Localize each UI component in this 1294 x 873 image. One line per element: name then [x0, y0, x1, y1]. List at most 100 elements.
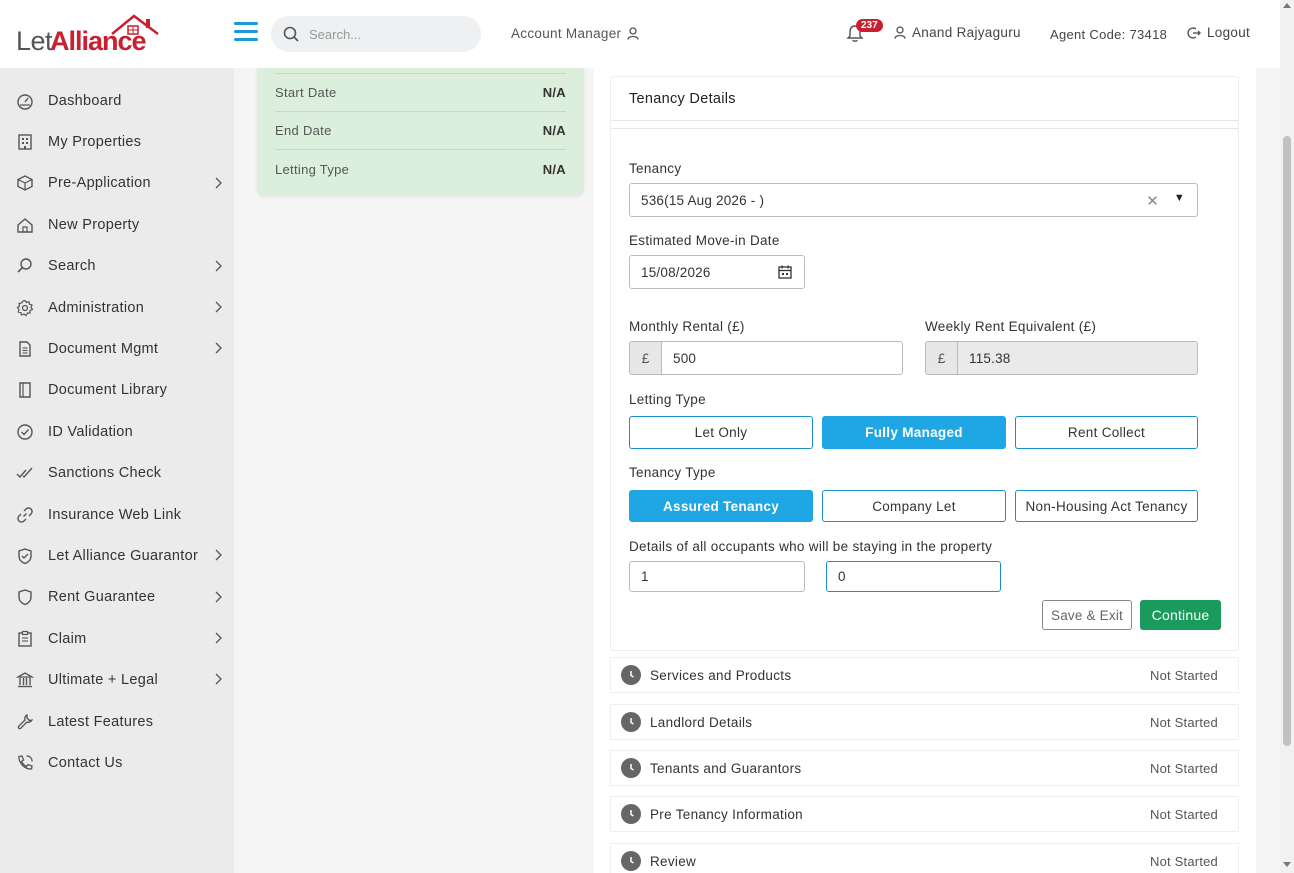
chevron-right-icon — [214, 632, 222, 648]
scroll-down-arrow-icon[interactable] — [1283, 862, 1291, 867]
sidebar-item-new-property[interactable]: New Property — [0, 204, 234, 245]
book-icon — [16, 381, 34, 399]
clock-icon — [621, 804, 641, 824]
scroll-up-arrow-icon[interactable] — [1283, 3, 1291, 8]
agent-code: Agent Code: 73418 — [1050, 27, 1168, 42]
sidebar-item-label: Insurance Web Link — [48, 506, 182, 523]
step-row[interactable]: Services and Products Not Started — [610, 657, 1239, 693]
sidebar-item-administration[interactable]: Administration — [0, 287, 234, 328]
chevron-right-icon — [214, 549, 222, 565]
sidebar-item-rent-guarantee[interactable]: Rent Guarantee — [0, 577, 234, 618]
occupants-adults-input[interactable]: 1 — [629, 561, 805, 592]
dropdown-arrow-icon[interactable]: ▼ — [1174, 192, 1185, 204]
sidebar-item-claim[interactable]: Claim — [0, 618, 234, 659]
sidebar-item-latest-features[interactable]: Latest Features — [0, 701, 234, 742]
shield-check-icon — [16, 547, 34, 565]
sidebar-item-label: Document Mgmt — [48, 341, 159, 358]
search-input[interactable] — [309, 26, 459, 42]
sidebar-item-label: ID Validation — [48, 423, 134, 440]
bank-icon — [16, 671, 34, 689]
step-status: Not Started — [1150, 667, 1218, 683]
sidebar-item-document-mgmt[interactable]: Document Mgmt — [0, 328, 234, 369]
move-in-date-label: Estimated Move-in Date — [629, 233, 780, 248]
chevron-right-icon — [214, 301, 222, 317]
occupants-children-input[interactable]: 0 — [826, 561, 1001, 592]
top-header: Let Alliance Account Manager 237 — [0, 0, 1280, 68]
sidebar-item-ultimate-legal[interactable]: Ultimate + Legal — [0, 659, 234, 700]
sidebar-item-dashboard[interactable]: Dashboard — [0, 80, 234, 121]
step-status: Not Started — [1150, 806, 1218, 822]
sidebar-item-pre-application[interactable]: Pre-Application — [0, 163, 234, 204]
card-title: Tenancy Details — [611, 77, 1238, 121]
step-row[interactable]: Landlord Details Not Started — [610, 704, 1239, 740]
let-alliance-logo[interactable]: Let Alliance — [16, 12, 159, 56]
sidebar-item-label: Administration — [48, 299, 145, 316]
chevron-right-icon — [214, 342, 222, 358]
sidebar-item-my-properties[interactable]: My Properties — [0, 121, 234, 162]
scroll-thumb[interactable] — [1283, 136, 1291, 746]
sidebar-item-label: New Property — [48, 216, 140, 233]
sidebar-item-label: Let Alliance Guarantor — [48, 547, 199, 564]
clock-icon — [621, 712, 641, 732]
sidebar-item-label: Rent Guarantee — [48, 589, 156, 606]
letting-fully-managed-button[interactable]: Fully Managed — [822, 416, 1006, 449]
account-manager-link[interactable]: Account Manager — [511, 26, 639, 41]
check-circle-icon — [16, 423, 34, 441]
wrench-icon — [16, 713, 34, 731]
sidebar-item-label: Search — [48, 258, 96, 275]
phone-icon — [16, 754, 34, 772]
box-icon — [16, 174, 34, 192]
logout-button[interactable]: Logout — [1187, 25, 1250, 40]
user-menu[interactable]: Anand Rajyaguru — [894, 25, 1021, 40]
continue-button[interactable]: Continue — [1140, 600, 1221, 630]
sidebar-item-let-alliance-guarantor[interactable]: Let Alliance Guarantor — [0, 535, 234, 576]
sidebar-item-search[interactable]: Search — [0, 246, 234, 287]
currency-prefix: £ — [629, 341, 661, 375]
step-name: Pre Tenancy Information — [650, 806, 803, 822]
menu-toggle-button[interactable] — [234, 22, 258, 44]
weekly-rent-label: Weekly Rent Equivalent (£) — [925, 319, 1097, 334]
summary-row: End Date N/A — [275, 112, 566, 150]
step-name: Review — [650, 853, 697, 869]
tenancy-select[interactable]: 536(15 Aug 2026 - ) ✕ ▼ — [629, 183, 1198, 217]
double-check-icon — [16, 464, 34, 482]
step-row[interactable]: Review Not Started — [610, 843, 1239, 873]
document-icon — [16, 340, 34, 358]
search-icon — [283, 26, 299, 42]
occupants-label: Details of all occupants who will be sta… — [629, 539, 993, 554]
sidebar-item-document-library[interactable]: Document Library — [0, 370, 234, 411]
tenancy-assured-button[interactable]: Assured Tenancy — [629, 490, 813, 522]
currency-prefix: £ — [925, 341, 957, 375]
calendar-icon[interactable] — [778, 265, 792, 279]
sidebar-item-id-validation[interactable]: ID Validation — [0, 411, 234, 452]
move-in-date-input[interactable]: 15/08/2026 — [629, 255, 805, 289]
tenancy-company-let-button[interactable]: Company Let — [822, 490, 1006, 522]
main-panel: Tenancy Details Tenancy 536(15 Aug 2026 … — [594, 68, 1256, 873]
sidebar-item-insurance-web-link[interactable]: Insurance Web Link — [0, 494, 234, 535]
gear-icon — [16, 299, 34, 317]
clock-icon — [621, 665, 641, 685]
step-row[interactable]: Pre Tenancy Information Not Started — [610, 796, 1239, 832]
save-exit-button[interactable]: Save & Exit — [1042, 600, 1132, 630]
tenancy-non-housing-act-button[interactable]: Non-Housing Act Tenancy — [1015, 490, 1198, 522]
sidebar-item-contact-us[interactable]: Contact Us — [0, 742, 234, 783]
clear-icon[interactable]: ✕ — [1146, 192, 1159, 210]
letting-let-only-button[interactable]: Let Only — [629, 416, 813, 449]
sidebar-item-label: My Properties — [48, 134, 142, 151]
monthly-rental-input[interactable]: 500 — [661, 341, 903, 375]
letting-rent-collect-button[interactable]: Rent Collect — [1015, 416, 1198, 449]
tenancy-type-label: Tenancy Type — [629, 465, 716, 480]
sidebar-item-sanctions-check[interactable]: Sanctions Check — [0, 453, 234, 494]
shield-icon — [16, 588, 34, 606]
logout-icon — [1187, 26, 1201, 39]
page-scrollbar[interactable] — [1280, 0, 1294, 873]
sidebar-item-label: Claim — [48, 630, 87, 647]
sidebar-item-label: Document Library — [48, 382, 168, 399]
step-row[interactable]: Tenants and Guarantors Not Started — [610, 750, 1239, 786]
tenancy-summary-card: Start Date N/A End Date N/A Letting Type… — [257, 68, 584, 196]
home-icon — [16, 216, 34, 234]
chevron-right-icon — [214, 673, 222, 689]
chevron-right-icon — [214, 177, 222, 193]
user-icon — [894, 26, 906, 39]
step-status: Not Started — [1150, 760, 1218, 776]
